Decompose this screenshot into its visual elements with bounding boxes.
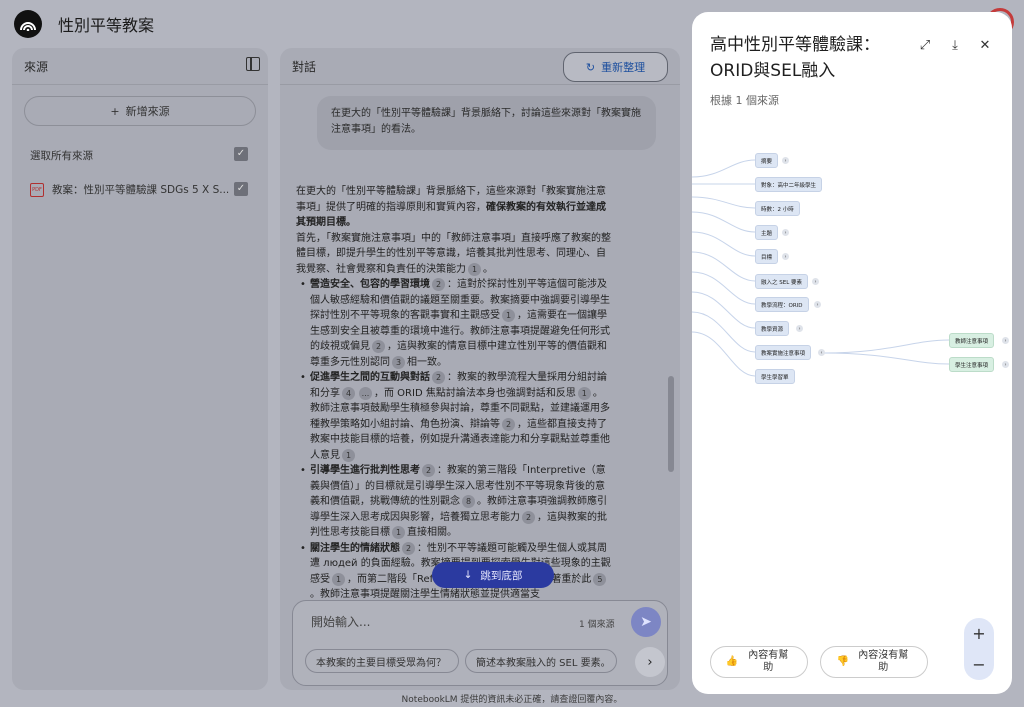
answer-text: 首先，「教案實施注意事項」中的「教師注意事項」直接呼應了教案的整體目標，即提升學… — [296, 232, 611, 275]
chat-scrollbar[interactable] — [668, 376, 674, 472]
select-all-label: 選取所有來源 — [30, 150, 93, 162]
mindmap-node[interactable]: 目標 — [755, 249, 779, 264]
citation-chip[interactable]: 2 — [522, 510, 535, 524]
citation-chip[interactable]: 8 — [462, 495, 475, 508]
answer-text: ，而 ORID 焦點討論法本身也強調對話和反思 — [374, 387, 576, 399]
feedback-helpful-label: 內容有幫助 — [748, 650, 789, 673]
citation-chip[interactable]: 2 — [432, 371, 445, 384]
bullet-title: 營造安全、包容的學習環境 — [310, 279, 430, 290]
mindmap-child-node[interactable]: 學生注意事項 — [949, 357, 995, 372]
node-expand-icon[interactable]: › — [782, 253, 789, 260]
notebooklm-logo[interactable] — [14, 10, 42, 38]
sources-header: 來源 — [24, 60, 49, 74]
node-expand-icon[interactable]: › — [812, 278, 819, 285]
user-message: 在更大的「性別平等體驗課」背景脈絡下，討論這些來源對「教案實施注意事項」的看法。 — [317, 96, 656, 150]
mindmap-node[interactable]: 對象：高中二年級學生 — [755, 177, 823, 192]
node-expand-icon[interactable]: › — [1002, 337, 1009, 344]
mindmap-connectors — [692, 159, 950, 377]
source-item-label: 教案：性別平等體驗課 SDGs 5 X S... — [52, 184, 230, 196]
mindmap-node[interactable]: 時數：2 小時 — [755, 201, 800, 216]
mindmap-node[interactable]: 教案實施注意事項 — [755, 345, 812, 360]
node-collapse-icon[interactable]: ‹ — [818, 349, 825, 356]
reorganize-label: 重新整理 — [601, 61, 646, 74]
send-icon: ➤ — [640, 614, 652, 630]
divider — [12, 84, 268, 85]
answer-text: 。教師注意事項提醒關注學生情緒狀態並提供適當支 — [310, 589, 540, 598]
node-expand-icon[interactable]: › — [796, 325, 803, 332]
assistant-answer: 在更大的「性別平等體驗課」背景脈絡下，這些來源對「教案實施注意事項」提供了明確的… — [296, 184, 612, 598]
bullet-title: 引導學生進行批判性思考 — [310, 465, 420, 476]
thumbs-down-icon: 👎 — [836, 656, 850, 667]
citation-chip[interactable]: 1 — [502, 309, 515, 322]
citation-chip[interactable]: 1 — [577, 386, 591, 400]
add-source-button[interactable]: + 新增來源 — [24, 96, 256, 126]
feedback-not-helpful-label: 內容沒有幫助 — [858, 650, 909, 673]
mindmap-node[interactable]: 主題 — [755, 225, 779, 240]
zoom-out-icon[interactable]: − — [972, 655, 985, 674]
send-button[interactable]: ➤ — [631, 607, 661, 637]
mindmap-node[interactable]: 融入之 SEL 要素 — [755, 274, 809, 289]
node-expand-icon[interactable]: › — [782, 157, 789, 164]
mindmap-node[interactable]: 教學流程：ORID — [755, 297, 809, 312]
citation-chip[interactable]: 2 — [432, 278, 445, 291]
notebook-title[interactable]: 性別平等教案 — [58, 12, 154, 36]
citation-chip[interactable]: 1 — [332, 572, 345, 586]
chevron-right-icon[interactable]: › — [635, 647, 665, 677]
chat-header: 對話 — [292, 60, 317, 74]
citation-chip[interactable]: 1 — [342, 448, 355, 462]
mindmap-panel: 高中性別平等體驗課：ORID與SEL融入 ⤢ ⤓ ✕ 根據 1 個來源 摘要 ›… — [692, 12, 1012, 694]
arrow-down-icon: ↓ — [463, 569, 473, 581]
pdf-icon: PDF — [30, 182, 44, 197]
citation-chip[interactable]: 2 — [422, 464, 435, 477]
mindmap-node[interactable]: 學生學習單 — [755, 369, 795, 384]
source-item[interactable]: PDF 教案：性別平等體驗課 SDGs 5 X S... — [30, 182, 229, 197]
chat-input[interactable]: 開始輸入... — [311, 613, 370, 630]
suggestion-chip[interactable]: 本教案的主要目標受眾為何？ — [305, 649, 459, 673]
citation-chip[interactable]: 2 — [372, 340, 385, 353]
citation-more-chip[interactable]: ... — [359, 386, 372, 400]
mindmap-node[interactable]: 摘要 — [755, 153, 779, 168]
bullet-title: 促進學生之間的互動與對話 — [310, 372, 430, 383]
zoom-controls: + − — [964, 618, 994, 680]
bullet-title: 關注學生的情緒狀態 — [310, 542, 400, 554]
refresh-icon: ↻ — [585, 60, 596, 74]
source-item-checkbox[interactable]: ✓ — [234, 182, 248, 196]
node-expand-icon[interactable]: › — [814, 301, 821, 308]
select-all-checkbox[interactable]: ✓ — [234, 147, 248, 161]
jump-label: 跳到底部 — [480, 569, 523, 582]
feedback-helpful-button[interactable]: 👍 內容有幫助 — [710, 646, 808, 678]
citation-chip[interactable]: 5 — [593, 572, 607, 586]
citation-chip[interactable]: 2 — [502, 417, 515, 431]
add-source-label: 新增來源 — [125, 105, 170, 118]
zoom-in-icon[interactable]: + — [972, 624, 985, 643]
answer-text: 直接相關。 — [407, 527, 457, 538]
citation-chip[interactable]: 1 — [468, 262, 481, 276]
citation-chip[interactable]: 2 — [402, 541, 415, 555]
reorganize-button[interactable]: ↻ 重新整理 — [563, 52, 668, 82]
chat-panel: 對話 ↻ 重新整理 在更大的「性別平等體驗課」背景脈絡下，討論這些來源對「教案實… — [280, 48, 680, 690]
sources-panel: 來源 + 新增來源 選取所有來源 ✓ PDF 教案：性別平等體驗課 SDGs 5… — [12, 48, 268, 690]
node-expand-icon[interactable]: › — [782, 229, 789, 236]
mindmap-child-node[interactable]: 教師注意事項 — [949, 333, 995, 348]
suggestion-chip[interactable]: 簡述本教案融入的 SEL 要素。 — [465, 649, 617, 673]
divider — [280, 84, 680, 85]
feedback-not-helpful-button[interactable]: 👎 內容沒有幫助 — [820, 646, 928, 678]
citation-chip[interactable]: 1 — [392, 526, 405, 539]
answer-text: 相一致。 — [407, 356, 447, 368]
source-count: 1 個來源 — [579, 620, 615, 630]
panel-toggle-icon[interactable] — [246, 57, 260, 71]
mindmap-node[interactable]: 教學資源 — [755, 321, 790, 336]
chat-input-area: 開始輸入... 1 個來源 ➤ 本教案的主要目標受眾為何？ 簡述本教案融入的 S… — [292, 600, 668, 686]
citation-chip[interactable]: 3 — [392, 355, 405, 369]
select-all-row[interactable]: 選取所有來源 — [30, 148, 93, 163]
plus-icon: + — [110, 104, 120, 118]
citation-chip[interactable]: 4 — [342, 386, 355, 400]
thumbs-up-icon: 👍 — [725, 656, 739, 667]
jump-to-bottom-button[interactable]: ↓ 跳到底部 — [432, 562, 554, 588]
node-expand-icon[interactable]: › — [1002, 361, 1009, 368]
